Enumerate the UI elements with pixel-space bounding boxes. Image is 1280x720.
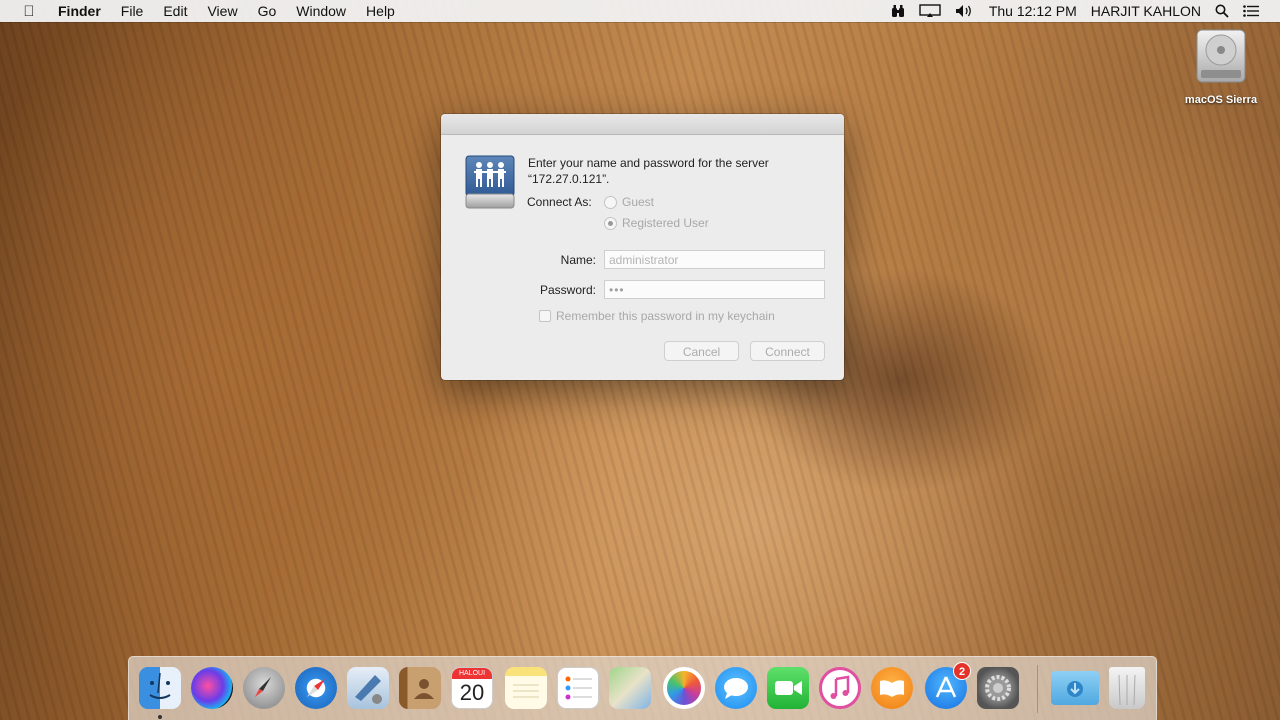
radio-guest[interactable]: Guest [604,195,654,209]
apple-menu-icon[interactable]:  [20,3,38,20]
messages-icon[interactable] [715,667,757,709]
password-label: Password: [539,283,596,297]
calendar-day: 20 [459,680,485,705]
dock-separator [1037,665,1038,713]
prompt-line-1: Enter your name and password for the ser… [528,156,769,170]
name-label: Name: [560,253,596,267]
password-field[interactable] [604,280,825,299]
menu-window[interactable]: Window [286,0,356,22]
app-store-badge: 2 [953,662,971,680]
menu-view[interactable]: View [197,0,247,22]
radio-registered-user[interactable]: Registered User [604,216,709,230]
launchpad-icon[interactable] [243,667,285,709]
desktop-disk-item[interactable]: macOS Sierra [1180,28,1262,106]
downloads-folder-icon[interactable] [1051,671,1099,705]
menubar-user[interactable]: HARJIT KAHLON [1084,0,1208,22]
radio-guest-label: Guest [622,195,655,209]
menu-go[interactable]: Go [248,0,287,22]
calendar-month: HALOUI [452,668,492,679]
reminders-icon[interactable] [557,667,599,709]
facetime-icon[interactable] [767,667,809,709]
dialog-titlebar[interactable] [441,114,844,135]
name-field[interactable] [604,250,825,269]
dock: HALOUI 20 2 [128,656,1157,720]
radio-registered-user-circle[interactable] [604,216,617,230]
trash-icon[interactable] [1109,667,1145,709]
radio-registered-user-label: Registered User [622,216,709,230]
disk-label: macOS Sierra [1184,94,1258,106]
siri-icon[interactable] [191,667,233,709]
remember-password-checkbox[interactable] [539,310,551,322]
menu-bar:  Finder File Edit View Go Window Help T… [0,0,1280,22]
radio-guest-circle[interactable] [604,195,617,209]
cancel-button[interactable]: Cancel [664,341,739,361]
photos-icon[interactable] [663,667,705,709]
menu-app-finder[interactable]: Finder [52,0,111,22]
prompt-line-2: “172.27.0.121”. [528,172,610,186]
dialog-prompt: Enter your name and password for the ser… [528,155,828,187]
spotlight-search-icon[interactable] [1208,4,1236,18]
maps-icon[interactable] [609,667,651,709]
connect-as-label: Connect As: [527,195,592,209]
finder-running-indicator [158,715,162,719]
server-login-dialog: Enter your name and password for the ser… [441,114,844,380]
remember-password-label: Remember this password in my keychain [556,309,775,323]
notes-icon[interactable] [505,667,547,709]
shared-server-icon [464,154,516,212]
safari-icon[interactable] [295,667,337,709]
calendar-icon[interactable]: HALOUI 20 [451,667,493,709]
menu-file[interactable]: File [111,0,154,22]
itunes-icon[interactable] [819,667,861,709]
contacts-icon[interactable] [399,667,441,709]
volume-icon[interactable] [948,4,982,18]
menu-help[interactable]: Help [356,0,405,22]
notification-center-icon[interactable] [1236,5,1266,17]
menubar-clock[interactable]: Thu 12:12 PM [982,0,1084,22]
connect-button[interactable]: Connect [750,341,825,361]
menu-edit[interactable]: Edit [153,0,197,22]
hard-disk-icon [1195,28,1247,84]
finder-icon[interactable] [139,667,181,709]
mail-icon[interactable] [347,667,389,709]
binoculars-icon[interactable] [884,4,912,18]
ibooks-icon[interactable] [871,667,913,709]
airplay-display-icon[interactable] [912,4,948,18]
remember-password-row[interactable]: Remember this password in my keychain [539,309,775,323]
system-preferences-icon[interactable] [977,667,1019,709]
